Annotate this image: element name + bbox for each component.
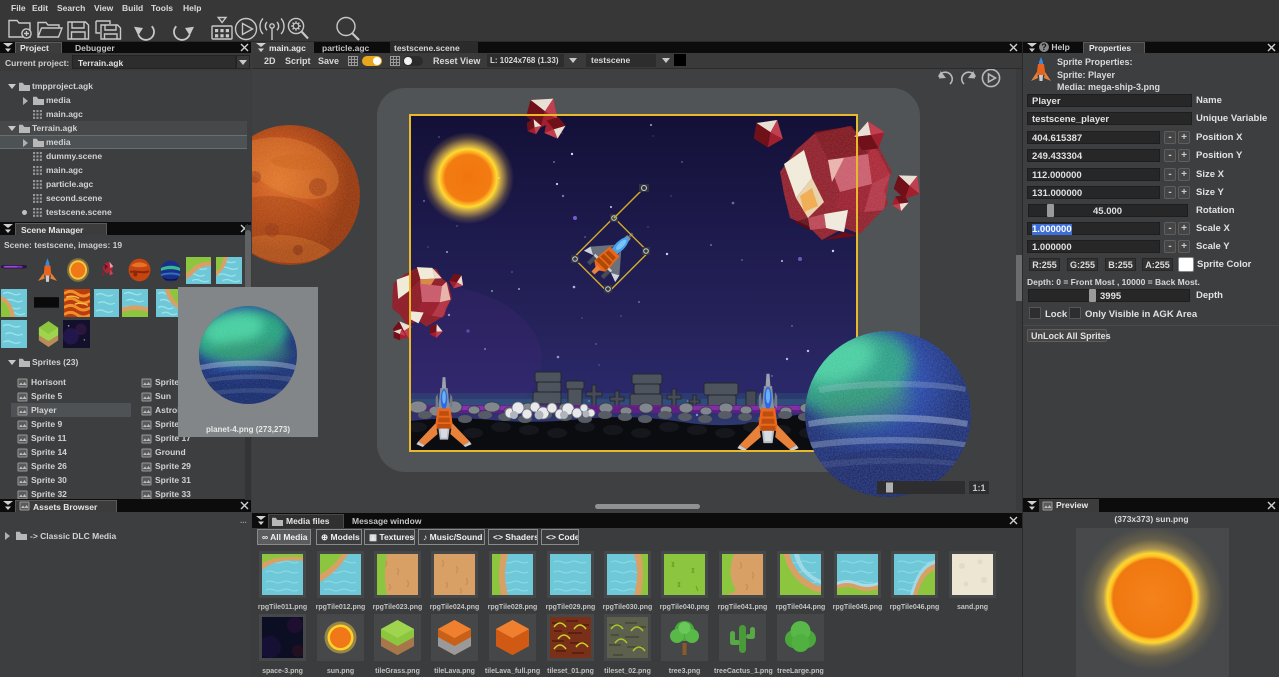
svg-text:1:1: 1:1 (972, 483, 985, 493)
